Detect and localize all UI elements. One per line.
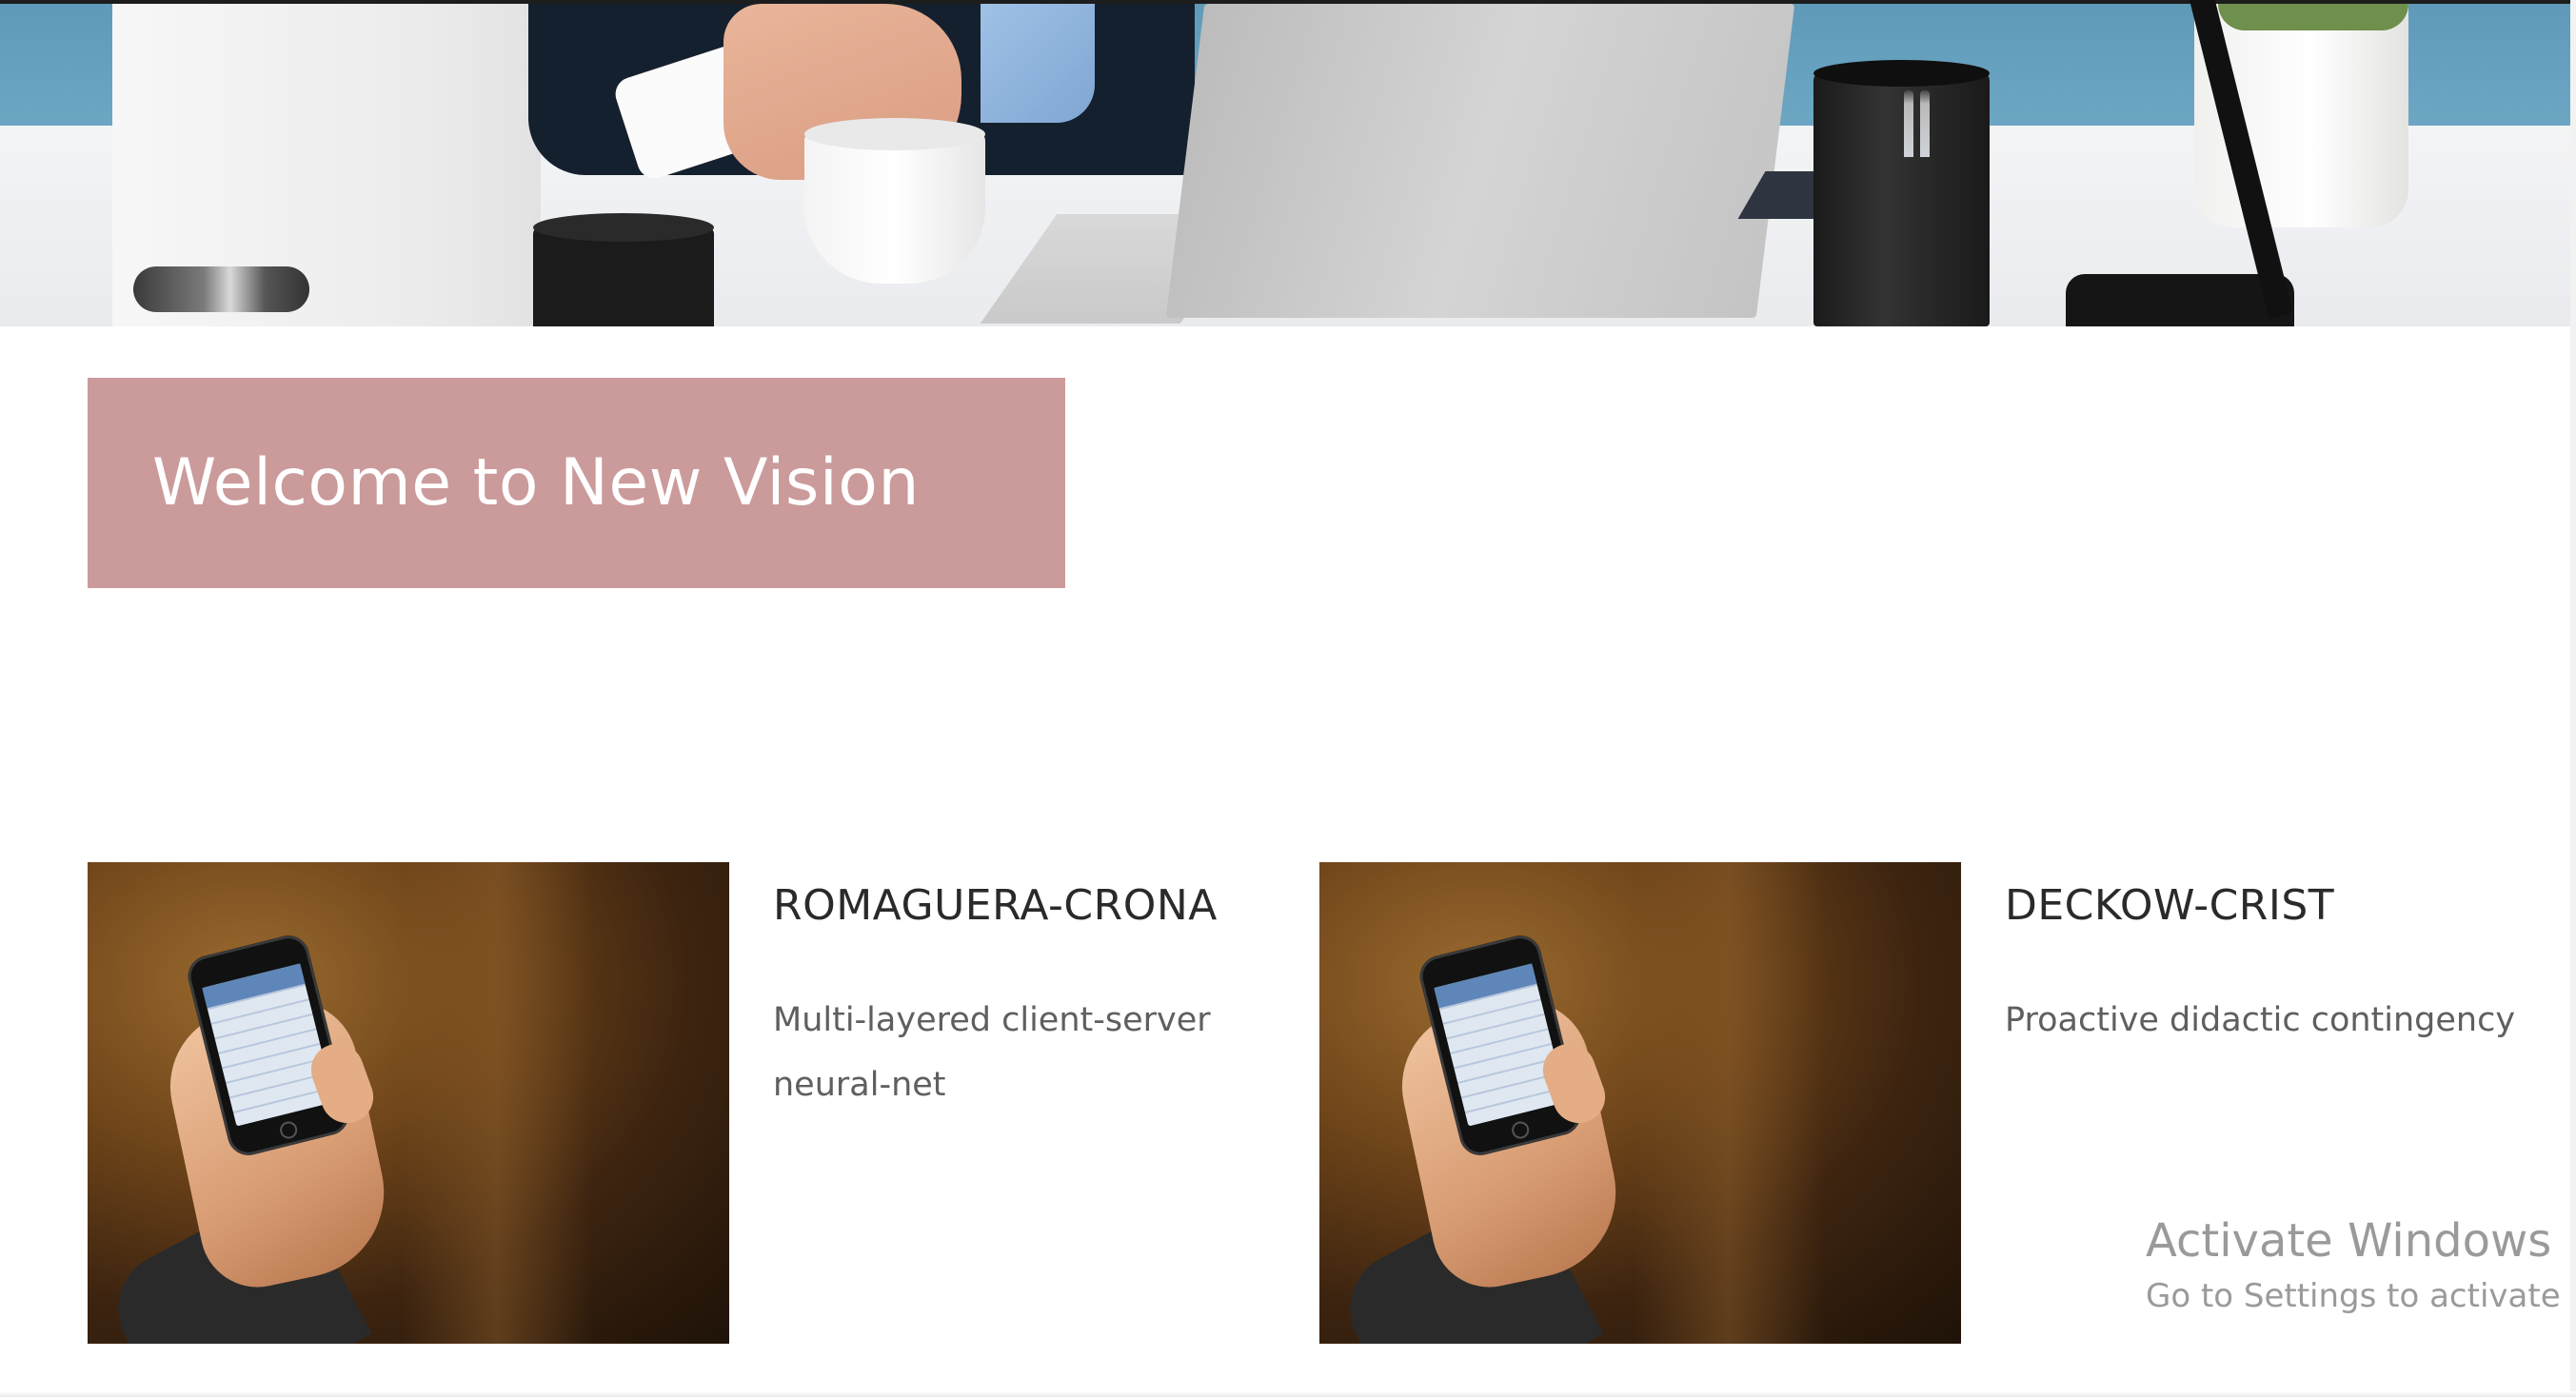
hero-tie bbox=[981, 4, 1095, 123]
card-image[interactable] bbox=[88, 862, 729, 1344]
image-phone-screen bbox=[202, 963, 335, 1127]
welcome-banner: Welcome to New Vision bbox=[88, 378, 1065, 588]
image-phone-button bbox=[1510, 1119, 1532, 1141]
hero-pencil bbox=[1904, 90, 1913, 157]
card-title[interactable]: DECKOW-CRIST bbox=[2005, 862, 2538, 940]
card-title[interactable]: ROMAGUERA-CRONA bbox=[773, 862, 1230, 940]
right-edge bbox=[2570, 0, 2576, 1397]
card-description: Multi-layered client-server neural-net bbox=[773, 1001, 1211, 1104]
card-image[interactable] bbox=[1319, 862, 1961, 1344]
card-text: ROMAGUERA-CRONA Multi-layered client-ser… bbox=[773, 862, 1230, 1117]
image-blur bbox=[1634, 862, 1824, 1344]
image-blur bbox=[402, 862, 592, 1344]
company-card[interactable]: DECKOW-CRIST Proactive didactic continge… bbox=[1319, 862, 2547, 1344]
hero-laptop bbox=[1165, 4, 1795, 318]
page: Welcome to New Vision ROMAGUERA-CRONA Mu… bbox=[0, 0, 2576, 1397]
image-phone-screen bbox=[1434, 963, 1567, 1127]
card-text: DECKOW-CRIST Proactive didactic continge… bbox=[2005, 862, 2538, 1053]
hero-pencil-holder bbox=[1813, 60, 1990, 326]
hero-black-cup bbox=[533, 213, 714, 326]
hero-banner-image bbox=[0, 0, 2570, 326]
welcome-title: Welcome to New Vision bbox=[152, 445, 920, 521]
hero-plant-leaves bbox=[2218, 4, 2408, 30]
hero-coffee-cup bbox=[804, 118, 985, 284]
card-description: Proactive didactic contingency bbox=[2005, 1001, 2516, 1039]
image-phone-button bbox=[278, 1119, 300, 1141]
hero-binder-hole bbox=[133, 266, 309, 312]
hero-pencil bbox=[1920, 90, 1930, 157]
bottom-edge bbox=[0, 1391, 2576, 1397]
company-card[interactable]: ROMAGUERA-CRONA Multi-layered client-ser… bbox=[88, 862, 1268, 1344]
